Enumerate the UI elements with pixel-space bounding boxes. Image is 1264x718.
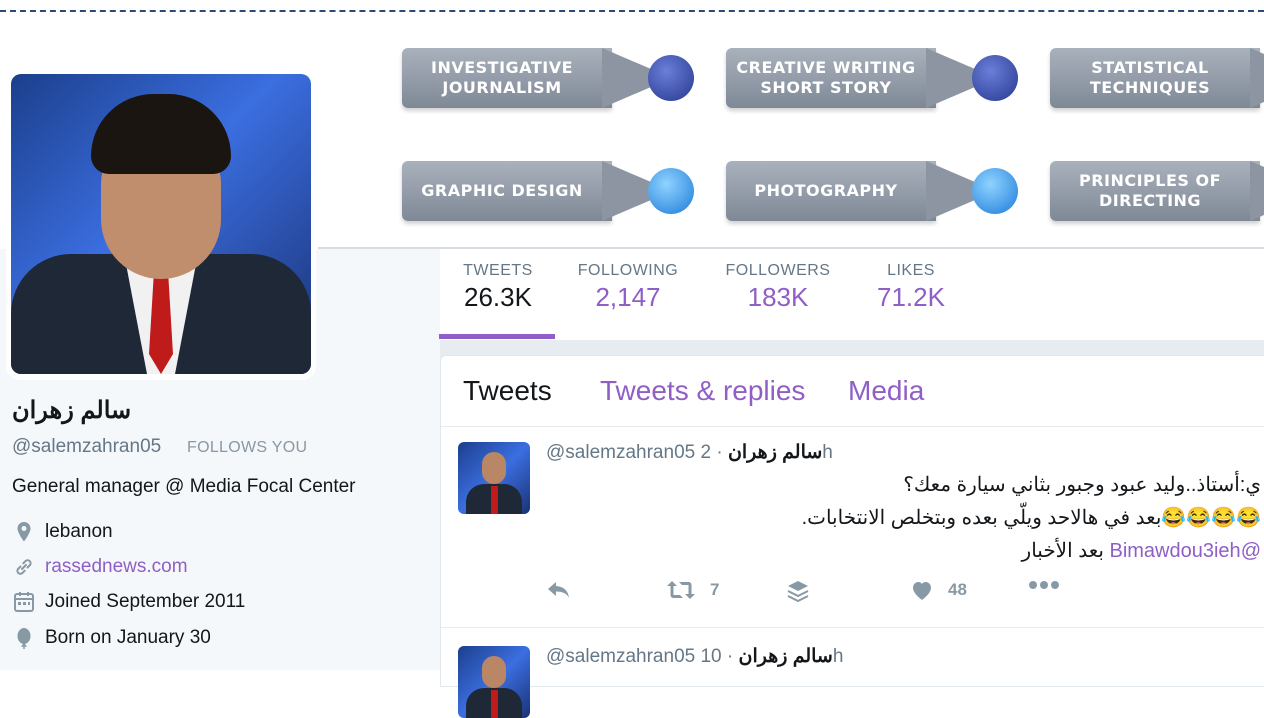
banner-dot-icon [972,55,1018,101]
stat-value: 71.2K [877,282,945,312]
retweet-button[interactable]: 7 [666,579,719,601]
stat-value: 26.3K [464,282,532,312]
timeline-tabs: Tweets Tweets & replies Media [441,356,1264,427]
stat-value: 2,147 [595,282,661,312]
link-icon [12,555,36,579]
tweet-actions: 7 48 [546,579,1106,609]
reply-button[interactable] [546,579,572,601]
calendar-icon [12,590,36,614]
banner-course-label: CREATIVE WRITING SHORT STORY [736,58,916,97]
banner-course-principles-of-directing: PRINCIPLES OF DIRECTING [1050,155,1264,227]
tweet-author-name[interactable]: سالم زهران [728,442,822,463]
active-stat-indicator [439,334,555,339]
stat-label: FOLLOWERS [725,262,831,279]
tweet-item[interactable]: @salemzahran05 سالم زهران · 2h ي:أستاذ..… [441,427,1264,627]
profile-avatar[interactable] [11,74,311,374]
stat-followers[interactable]: FOLLOWERS 183K [718,262,838,313]
banner-dot-icon [972,168,1018,214]
tweet-mention-link[interactable]: @Bimawdou3ieh [1109,540,1261,562]
stat-following[interactable]: FOLLOWING 2,147 [570,262,686,313]
stack-button[interactable] [786,579,810,603]
tweet-header: @salemzahran05 سالم زهران · 10h [546,645,843,668]
follows-you-badge: FOLLOWS YOU [187,439,308,456]
banner-course-label: PHOTOGRAPHY [754,181,898,200]
timeline-card: Tweets Tweets & replies Media @salemzahr… [440,355,1264,718]
heart-icon [910,579,934,601]
stat-tweets[interactable]: TWEETS 26.3K [440,262,556,313]
joined-text: Joined September 2011 [45,591,246,612]
reply-icon [546,579,572,601]
banner-course-graphic-design: GRAPHIC DESIGN [402,155,707,227]
banner-course-label: INVESTIGATIVE JOURNALISM [431,58,573,97]
more-button[interactable] [1028,579,1060,591]
tweet-avatar[interactable] [458,442,530,514]
profile-name[interactable]: سالم زهران [12,396,131,425]
tweet-avatar[interactable] [458,646,530,718]
like-button[interactable]: 48 [910,579,967,601]
tab-media[interactable]: Media [848,375,924,407]
retweet-count: 7 [710,580,720,599]
banner-course-photography: PHOTOGRAPHY [726,155,1031,227]
banner-course-creative-writing: CREATIVE WRITING SHORT STORY [726,42,1031,114]
profile-bio: General manager @ Media Focal Center [12,476,356,497]
born-text: Born on January 30 [45,627,211,648]
tweet-text-line: 😂😂😂😂بعد في هالاحد ويلّي بعده وبتخلص الان… [801,507,1261,529]
banner-top-border [0,0,1264,14]
tweet-text-line: @Bimawdou3ieh بعد الأخبار [1022,538,1261,563]
location-pin-icon [12,520,36,544]
tweet-author-name[interactable]: سالم زهران [739,646,833,667]
tab-tweets[interactable]: Tweets [463,375,552,407]
retweet-icon [666,579,696,601]
profile-location: lebanon [12,520,113,544]
tweet-item[interactable]: @salemzahran05 سالم زهران · 10h [441,628,1264,718]
tweet-header: @salemzahran05 سالم زهران · 2h [546,441,833,464]
more-dots-icon [1028,579,1060,591]
like-count: 48 [948,580,967,599]
website-link[interactable]: rassednews.com [45,556,188,578]
profile-joined: Joined September 2011 [12,590,245,614]
layers-icon [786,579,810,603]
banner-course-label: STATISTICAL TECHNIQUES [1089,58,1211,97]
banner-divider [318,247,1264,249]
banner-course-label: GRAPHIC DESIGN [421,181,583,200]
banner-course-label: PRINCIPLES OF DIRECTING [1078,171,1222,210]
tweet-text-fragment: بعد الأخبار [1021,540,1104,562]
tweet-text-line: ي:أستاذ..وليد عبود وجبور بثاني سيارة معك… [903,474,1261,496]
stat-likes[interactable]: LIKES 71.2K [864,262,958,313]
banner-course-statistical-techniques: STATISTICAL TECHNIQUES [1050,42,1264,114]
tab-tweets-and-replies[interactable]: Tweets & replies [600,375,805,407]
stat-label: LIKES [887,262,935,279]
stat-label: TWEETS [463,262,533,279]
banner-course-investigative-journalism: INVESTIGATIVE JOURNALISM [402,42,707,114]
stat-value: 183K [747,282,809,312]
tweet-handle[interactable]: @salemzahran05 [546,646,695,667]
profile-handle[interactable]: @salemzahran05 [12,436,161,458]
stat-label: FOLLOWING [577,262,679,279]
profile-born: Born on January 30 [12,626,211,650]
balloon-icon [12,626,36,650]
tweet-handle[interactable]: @salemzahran05 [546,442,695,463]
banner-dot-icon [648,168,694,214]
profile-website: rassednews.com [12,555,188,579]
banner-dot-icon [648,55,694,101]
location-text: lebanon [45,521,113,542]
